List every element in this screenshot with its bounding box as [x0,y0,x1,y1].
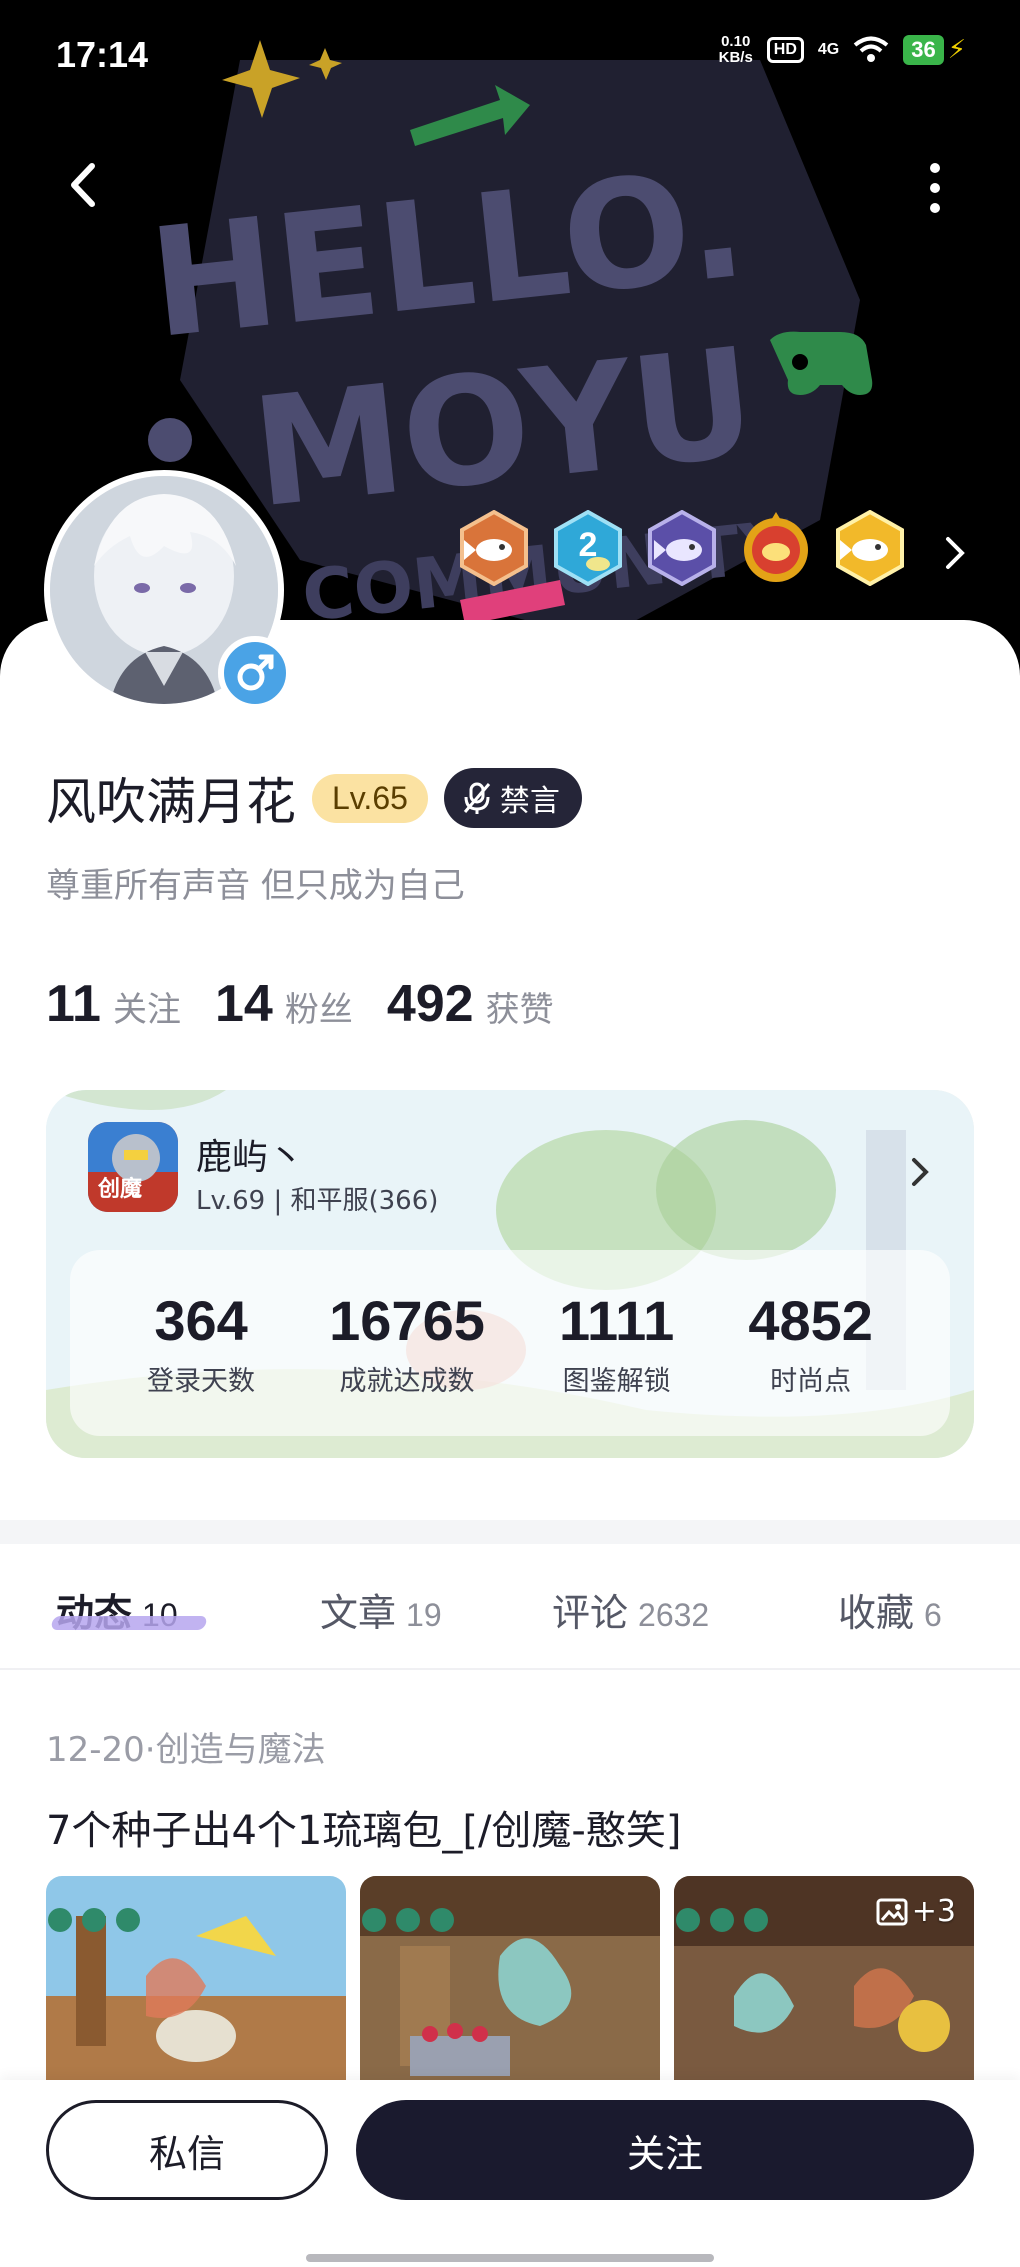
game-stat-label: 成就达成数 [339,1366,475,1397]
bottom-action-bar: 私信 关注 [0,2080,1020,2267]
tab-comments[interactable]: 评论 2632 [552,1582,709,1637]
back-button[interactable] [60,160,110,210]
image-icon [876,1898,908,1925]
status-bar: 17:14 0.10 KB/s HD 4G 36 ⚡ [0,0,1020,110]
network-speed-unit: KB/s [718,49,753,66]
svg-text:创魔: 创魔 [97,1176,142,1202]
status-icons: 0.10 KB/s HD 4G 36 ⚡ [719,34,966,66]
active-tab-indicator [50,1616,208,1630]
hd-icon: HD [766,37,804,63]
gender-male-icon [218,636,292,710]
post-meta: 12-20·创造与魔法 [46,1730,326,1770]
content-tabs: 动态 10 文章 19 评论 2632 收藏 6 [0,1544,1020,1670]
following-count: 11 [46,975,101,1033]
charging-icon: ⚡ [947,35,966,65]
tab-label: 文章 [320,1591,397,1635]
post-image[interactable]: +3 [674,1876,974,2086]
tab-count: 6 [924,1597,942,1633]
more-options-button[interactable] [920,160,950,216]
following-stat[interactable]: 11 关注 [46,974,181,1034]
wifi-icon [853,36,889,62]
battery-icon: 36 ⚡ [903,35,966,65]
tab-count: 2632 [638,1597,710,1633]
game-stat-label: 时尚点 [770,1366,852,1397]
game-stat-value: 16765 [329,1289,485,1352]
game-stat-label: 图鉴解锁 [562,1366,671,1397]
game-stat-login-days: 364 登录天数 [147,1288,255,1398]
private-message-button[interactable]: 私信 [46,2100,328,2200]
fish-red-badge-icon[interactable] [738,510,814,586]
game-icon: 创魔 [88,1122,178,1212]
username: 风吹满月花 [46,773,296,831]
fish-gold-badge-icon[interactable] [832,510,908,586]
fish-purple-badge-icon[interactable] [644,510,720,586]
tab-label: 收藏 [838,1591,915,1635]
game-role-level-server: Lv.69 | 和平服(366) [196,1186,439,1216]
game-stat-value: 1111 [558,1289,675,1352]
more-photos-count: +3 [911,1894,956,1929]
game-stat-value: 4852 [748,1289,873,1352]
post-title[interactable]: 7个种子出4个1琉璃包_[/创魔-憨笑] [46,1798,681,1856]
mic-off-icon [463,782,491,814]
likes-count: 492 [386,975,474,1033]
level-badge: Lv.65 [312,773,428,823]
followers-count: 14 [214,975,273,1033]
tab-articles[interactable]: 文章 19 [320,1582,442,1637]
follow-button[interactable]: 关注 [356,2100,974,2200]
signal-4g-icon: 4G [817,41,840,58]
fish-level2-badge-icon[interactable]: 2 [550,510,626,586]
badge-list[interactable]: 2 [456,510,908,586]
network-speed: 0.10 KB/s [719,34,753,66]
network-speed-value: 0.10 [721,33,751,50]
battery-level: 36 [903,35,944,65]
followers-stat[interactable]: 14 粉丝 [215,974,353,1034]
game-stat-achievements: 16765 成就达成数 [329,1288,485,1398]
post-image[interactable] [46,1876,346,2086]
game-stat-label: 登录天数 [147,1366,256,1397]
post-image[interactable] [360,1876,660,2086]
name-row: 风吹满月花 Lv.65 禁言 [46,762,582,834]
chevron-right-icon[interactable] [908,1154,932,1190]
likes-stat[interactable]: 492 获赞 [387,974,554,1034]
game-stat-fashion: 4852 时尚点 [748,1288,873,1398]
game-role-name: 鹿屿丶 [196,1137,305,1178]
badges-chevron-right-icon[interactable] [940,533,970,573]
follow-stats: 11 关注 14 粉丝 492 获赞 [46,974,554,1034]
fish-bronze-badge-icon[interactable] [456,510,532,586]
game-stats: 364 登录天数 16765 成就达成数 1111 图鉴解锁 4852 时尚点 [70,1250,950,1436]
likes-label: 获赞 [485,990,554,1030]
following-label: 关注 [112,990,181,1030]
tab-count: 19 [406,1597,442,1633]
bio: 尊重所有声音 但只成为自己 [46,866,465,906]
tab-favorites[interactable]: 收藏 6 [838,1582,942,1637]
more-photos-indicator: +3 [876,1894,956,1929]
clock: 17:14 [56,34,149,75]
muted-badge: 禁言 [443,768,582,828]
section-divider [0,1520,1020,1544]
game-role-card[interactable]: 创魔 鹿屿丶 Lv.69 | 和平服(366) 364 登录天数 16765 成… [46,1090,974,1458]
game-stat-collection: 1111 图鉴解锁 [559,1288,674,1398]
followers-label: 粉丝 [284,990,353,1030]
home-indicator[interactable] [306,2254,714,2262]
tab-label: 评论 [552,1591,629,1635]
muted-label: 禁言 [499,784,560,819]
post-images: +3 [46,1876,974,2086]
game-stat-value: 364 [154,1289,248,1352]
